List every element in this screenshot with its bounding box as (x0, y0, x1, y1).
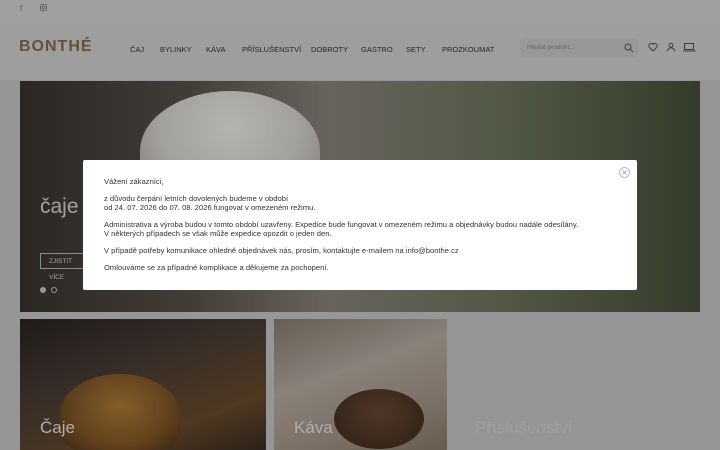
modal-text: V případě potřeby komunikace ohledně obj… (104, 246, 459, 255)
announcement-modal: Vážení zákazníci, z důvodu čerpání letní… (83, 160, 637, 290)
modal-greeting: Vážení zákazníci, (104, 177, 164, 186)
modal-text: od 24. 07. 2026 do 07. 08. 2026 fungovat… (104, 203, 316, 212)
modal-text: Omlouváme se za případné komplikace a dě… (104, 263, 329, 272)
modal-text: V některých případech se však může exped… (104, 229, 332, 238)
